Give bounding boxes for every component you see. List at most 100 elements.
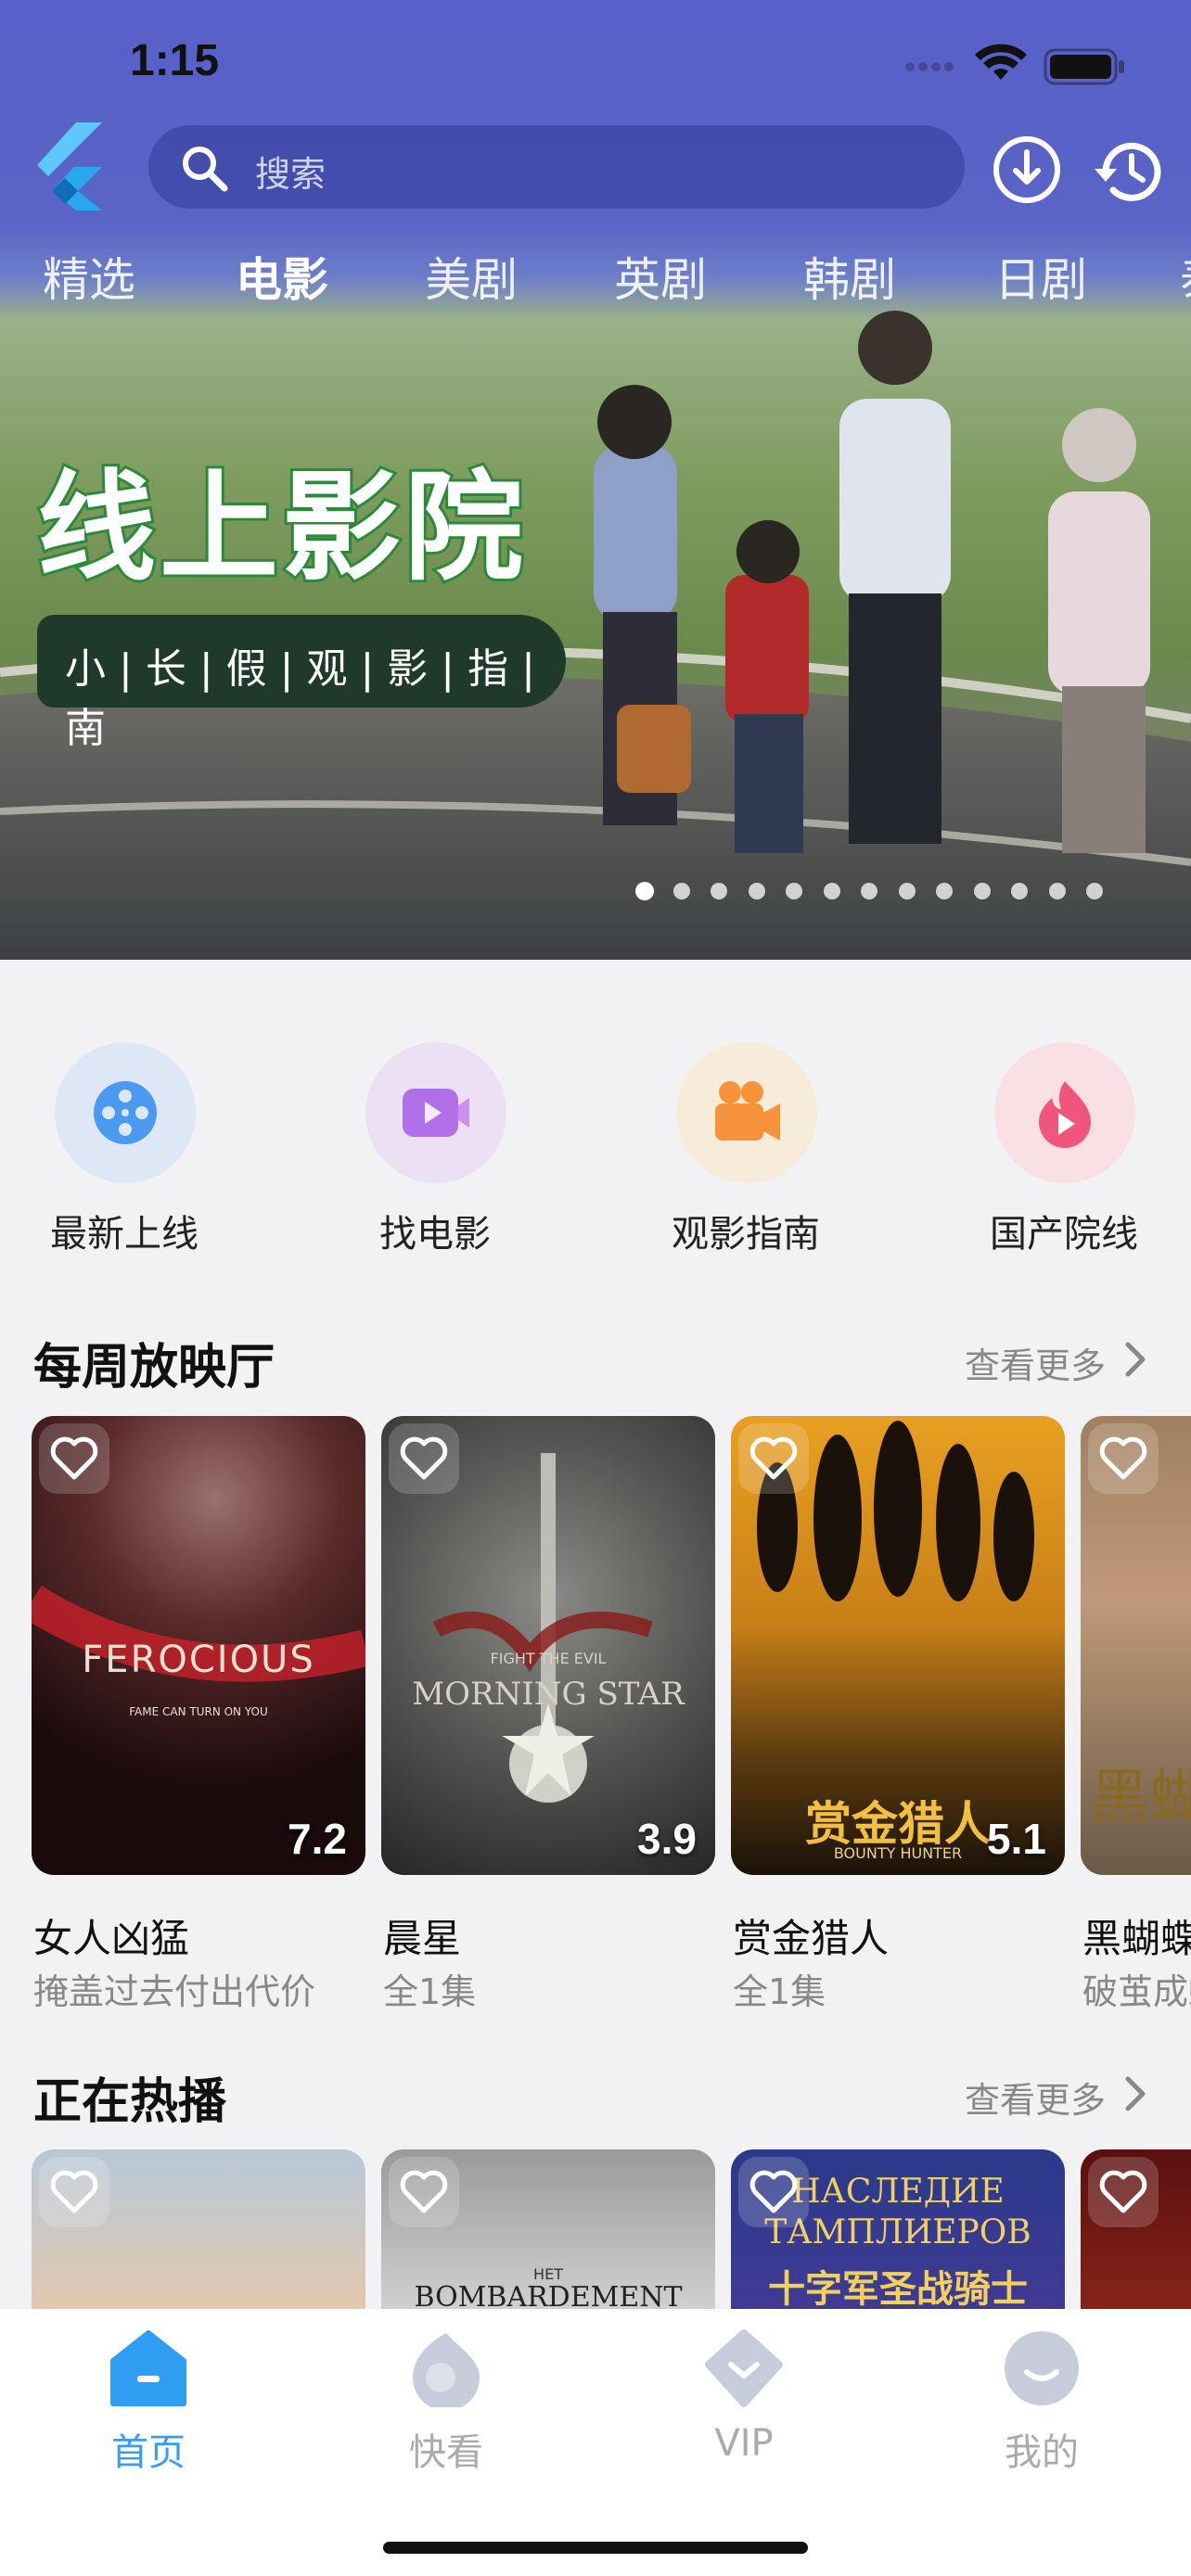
tab-label: 首页	[111, 2431, 186, 2474]
pagination-dot[interactable]	[672, 883, 690, 899]
battery-icon	[1044, 48, 1124, 85]
quick-access-new-releases[interactable]: 最新上线	[32, 1039, 217, 1270]
search-icon	[183, 147, 228, 192]
pagination-dot[interactable]	[1086, 883, 1103, 899]
app-logo	[37, 122, 102, 210]
pagination-dot[interactable]	[1011, 883, 1028, 899]
banner-pagination	[635, 882, 1118, 907]
tab-uk-series[interactable]: 英剧	[614, 243, 707, 310]
poster-tagline: FAME CAN TURN ON YOU	[129, 1705, 268, 1718]
quick-access-circle	[994, 1042, 1135, 1183]
play-flame-icon	[413, 2333, 480, 2407]
movie-subtitle: 全1集	[383, 1971, 477, 2012]
download-icon[interactable]	[991, 134, 1063, 206]
banner-subtitle-badge: 小|长|假|观|影|指|南	[37, 615, 566, 752]
quick-access-domestic-cinema[interactable]: 国产院线	[971, 1039, 1157, 1270]
weekly-section-title: 每周放映厅	[33, 1340, 275, 1396]
quick-access-label: 找电影	[379, 1213, 491, 1256]
banner-subtitle: 小|长|假|观|影|指|南	[65, 645, 548, 752]
movie-poster: HET BOMBARDEMENT	[381, 2149, 715, 2309]
tab-quick-watch[interactable]: 快看	[353, 2329, 539, 2474]
pagination-dot[interactable]	[936, 883, 953, 899]
tab-japanese-series[interactable]: 日剧	[994, 243, 1087, 310]
chevron-right-icon[interactable]	[1122, 2073, 1150, 2114]
favorite-button[interactable]	[389, 2157, 459, 2227]
quick-access-label: 最新上线	[50, 1213, 198, 1256]
movie-title: 晨星	[383, 1916, 462, 1961]
tab-label: 我的	[1005, 2431, 1079, 2474]
movie-poster: 黑蝴	[1081, 1416, 1191, 1875]
header: 1:15 搜索 精选 电影 美剧 英剧 韩剧 日剧 线上影院 小|长|假|观|影…	[0, 0, 1191, 960]
favorite-button[interactable]	[1088, 1423, 1159, 1494]
rating-score: 7.2	[288, 1815, 347, 1863]
tab-home[interactable]: 首页	[56, 2329, 241, 2474]
heart-icon	[50, 1436, 98, 1480]
poster-tagline: 十字军圣战骑士	[768, 2268, 1028, 2309]
movie-poster: FEROCIOUS FAME CAN TURN ON YOU 7.2	[32, 1416, 365, 1875]
pagination-dot[interactable]	[1048, 883, 1066, 899]
tab-profile[interactable]: 我的	[949, 2329, 1134, 2474]
tab-label: 快看	[409, 2431, 483, 2474]
favorite-button[interactable]	[738, 2157, 809, 2227]
heart-icon	[50, 2170, 98, 2213]
favorite-button[interactable]	[39, 1423, 109, 1494]
movie-card[interactable]: 黑蝴 黑蝴蝶 破茧成蝶	[1081, 1416, 1191, 2009]
signal-icon	[905, 62, 954, 71]
movie-poster	[32, 2149, 365, 2309]
tab-featured[interactable]: 精选	[43, 243, 135, 310]
weekly-more-link[interactable]: 查看更多	[965, 1337, 1106, 1388]
hot-more-link[interactable]: 查看更多	[965, 2072, 1106, 2123]
pagination-dot[interactable]	[973, 883, 991, 899]
movie-title: 女人凶猛	[33, 1916, 190, 1961]
movie-card[interactable]: НАСЛЕДИЕ ТАМПЛИЕРОВ 十字军圣战骑士	[731, 2149, 1065, 2309]
chevron-right-icon[interactable]	[1122, 1339, 1150, 1380]
poster-title: MORNING STAR	[412, 1676, 685, 1713]
tab-movies[interactable]: 电影	[236, 243, 328, 310]
pagination-dot[interactable]	[786, 883, 802, 899]
quick-access-viewing-guide[interactable]: 观影指南	[653, 1039, 839, 1270]
pagination-dot[interactable]	[748, 883, 765, 899]
tab-label: VIP	[714, 2422, 774, 2465]
movie-card[interactable]	[32, 2149, 365, 2309]
favorite-button[interactable]	[39, 2157, 109, 2227]
quick-access-circle	[676, 1042, 817, 1183]
pagination-dot[interactable]	[635, 882, 654, 900]
movie-card[interactable]: HET BOMBARDEMENT	[381, 2149, 715, 2309]
movie-camera-icon	[715, 1081, 780, 1141]
status-time: 1:15	[130, 36, 220, 85]
search-input[interactable]: 搜索	[148, 125, 965, 209]
pagination-dot[interactable]	[711, 883, 727, 899]
search-placeholder: 搜索	[255, 154, 327, 195]
movie-poster: НАСЛЕДИЕ ТАМПЛИЕРОВ 十字军圣战骑士	[731, 2149, 1065, 2309]
rating-score: 5.1	[987, 1815, 1046, 1863]
tab-korean-series[interactable]: 韩剧	[803, 243, 896, 310]
pagination-dot[interactable]	[823, 883, 840, 899]
quick-access-find-movie[interactable]: 找电影	[342, 1039, 528, 1270]
movie-poster: MORNING STAR FIGHT THE EVIL 3.9	[381, 1416, 715, 1875]
profile-face-icon	[1005, 2331, 1079, 2405]
heart-icon	[400, 2170, 448, 2213]
heart-icon	[749, 2170, 798, 2213]
poster-title: FEROCIOUS	[82, 1639, 315, 1681]
flame-play-icon	[1039, 1081, 1091, 1148]
movie-card[interactable]	[1081, 2149, 1191, 2309]
quick-access-label: 国产院线	[990, 1213, 1138, 1256]
heart-icon	[400, 1436, 448, 1480]
tab-vip[interactable]: VIP	[651, 2329, 837, 2468]
heart-icon	[1099, 1436, 1147, 1480]
favorite-button[interactable]	[389, 1423, 459, 1494]
rating-score: 3.9	[637, 1815, 697, 1863]
history-icon[interactable]	[1093, 134, 1169, 210]
favorite-button[interactable]	[1088, 2157, 1159, 2227]
pagination-dot[interactable]	[898, 883, 916, 899]
tab-us-series[interactable]: 美剧	[425, 243, 518, 310]
poster-title: 黑蝴	[1090, 1764, 1191, 1832]
pagination-dot[interactable]	[861, 883, 877, 899]
wifi-icon	[975, 44, 1027, 80]
quick-access-label: 观影指南	[672, 1213, 820, 1256]
favorite-button[interactable]	[738, 1423, 809, 1494]
vip-diamond-icon	[705, 2329, 783, 2407]
tab-thai-series[interactable]: 泰	[1180, 243, 1191, 310]
hero-banner[interactable]: 线上影院 小|长|假|观|影|指|南	[0, 306, 1191, 960]
quick-access-circle	[55, 1042, 196, 1183]
